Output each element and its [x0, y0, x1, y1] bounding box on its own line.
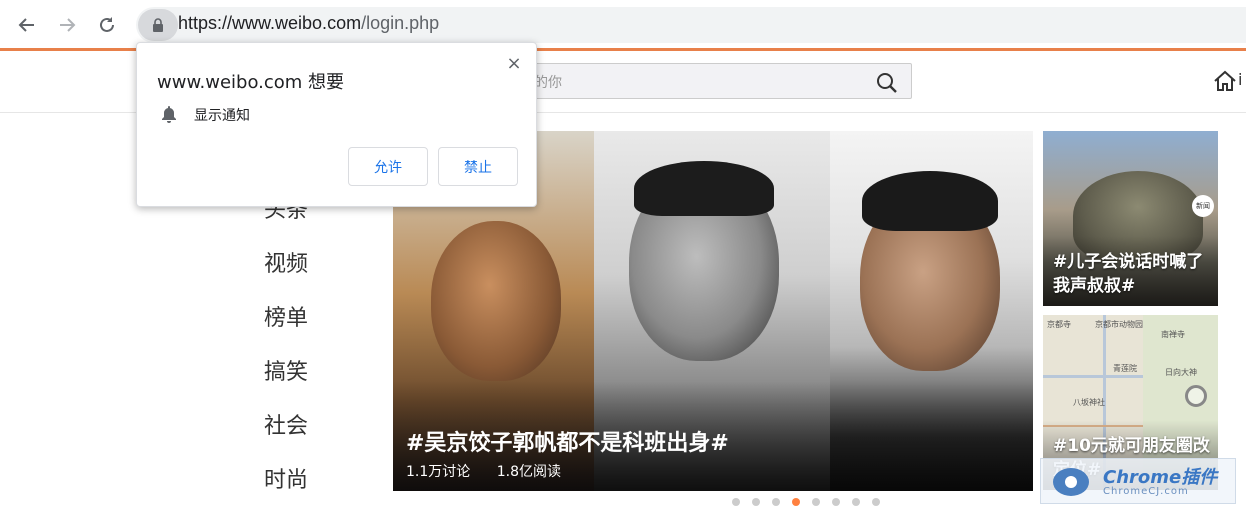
carousel-dot[interactable] — [752, 498, 760, 506]
browser-toolbar: https://www.weibo.com/login.php — [0, 0, 1246, 48]
carousel-dot[interactable] — [772, 498, 780, 506]
search-placeholder: 的你 — [534, 75, 562, 91]
map-label: 青莲院 — [1113, 364, 1137, 373]
allow-button[interactable]: 允许 — [348, 147, 428, 186]
forward-arrow-icon — [60, 18, 76, 32]
site-info-button[interactable] — [138, 9, 178, 41]
lock-icon — [153, 18, 163, 32]
back-button[interactable] — [14, 12, 40, 38]
reload-icon — [100, 17, 114, 32]
forward-button[interactable] — [54, 12, 80, 38]
notification-permission-dialog: www.weibo.com 想要 × 显示通知 允许 禁止 — [136, 42, 537, 207]
search-icon[interactable] — [876, 72, 898, 98]
url-host: https://www.weibo.com — [178, 13, 362, 33]
hero-discussions: 1.1万讨论 — [406, 464, 471, 480]
nav-item-video[interactable]: 视频 — [264, 249, 308, 303]
search-input[interactable] — [528, 63, 912, 99]
nav-item-fashion[interactable]: 时尚 — [264, 465, 308, 519]
carousel-dot[interactable] — [872, 498, 880, 506]
block-button[interactable]: 禁止 — [438, 147, 518, 186]
map-locator-icon — [1185, 385, 1207, 407]
map-label: 京都市动物园 — [1095, 320, 1143, 329]
nav-item-funny[interactable]: 搞笑 — [264, 357, 308, 411]
hero-stats: 1.1万讨论 1.8亿阅读 — [406, 461, 583, 481]
news-badge: 新闻 — [1192, 195, 1214, 217]
nav-item-society[interactable]: 社会 — [264, 411, 308, 465]
nav-item-ranking[interactable]: 榜单 — [264, 303, 308, 357]
dialog-title: www.weibo.com 想要 — [157, 72, 345, 93]
watermark-url: ChromeCJ.com — [1103, 486, 1189, 497]
carousel-dot[interactable] — [832, 498, 840, 506]
carousel-dot[interactable] — [792, 498, 800, 506]
map-label: 京都寺 — [1047, 320, 1071, 329]
carousel-dots — [732, 498, 880, 506]
left-nav: 头条 视频 榜单 搞笑 社会 时尚 — [264, 195, 308, 519]
carousel-dot[interactable] — [812, 498, 820, 506]
map-label: 八坂神社 — [1073, 398, 1105, 407]
map-label: 日向大神 — [1165, 368, 1197, 377]
chrome-logo-icon — [1053, 468, 1089, 496]
side-card-1[interactable]: 新闻 #儿子会说话时喊了我声叔叔# — [1043, 131, 1218, 306]
carousel-dot[interactable] — [852, 498, 860, 506]
home-icon[interactable] — [1212, 68, 1238, 98]
hero-title[interactable]: #吴京饺子郭帆都不是科班出身# — [406, 425, 729, 457]
url-path: /login.php — [361, 13, 440, 33]
hero-reads: 1.8亿阅读 — [496, 464, 561, 480]
url-text[interactable]: https://www.weibo.com/login.php — [178, 13, 439, 34]
side-card-1-title: #儿子会说话时喊了我声叔叔# — [1053, 252, 1204, 296]
map-label: 南禅寺 — [1161, 330, 1185, 339]
permission-label: 显示通知 — [194, 108, 250, 124]
carousel-dot[interactable] — [732, 498, 740, 506]
watermark-logo: Chrome插件 ChromeCJ.com — [1040, 458, 1236, 504]
close-icon[interactable]: × — [504, 53, 524, 74]
home-label: i — [1238, 70, 1243, 89]
back-arrow-icon — [18, 18, 34, 32]
reload-button[interactable] — [94, 12, 120, 38]
bell-icon — [161, 105, 177, 127]
